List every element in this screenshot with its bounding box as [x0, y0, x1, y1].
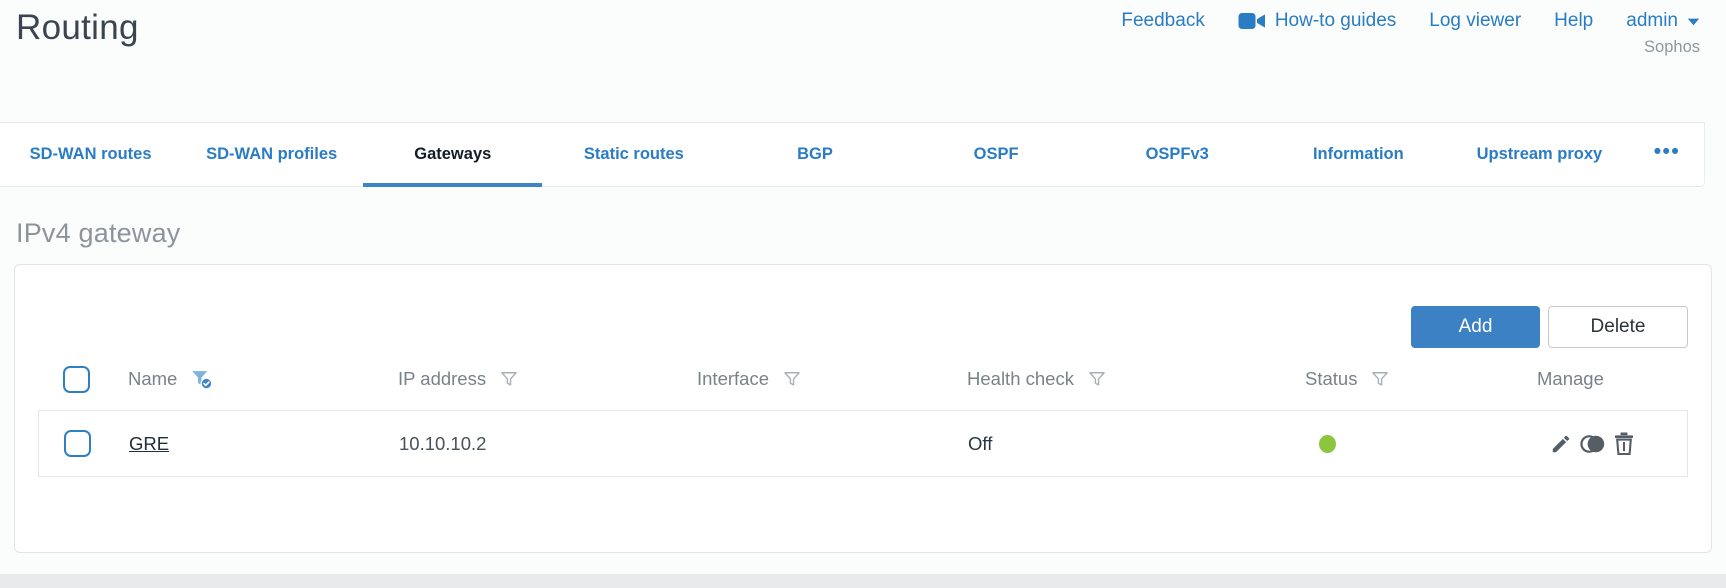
footer-strip	[0, 574, 1726, 588]
tab-ospfv3[interactable]: OSPFv3	[1087, 123, 1268, 186]
brand-label: Sophos	[1644, 38, 1700, 56]
header-right: Feedback How-to guides Log viewer Help a…	[1121, 6, 1700, 57]
table-header: Name IP address Interface Health check S…	[38, 348, 1688, 410]
column-manage-label: Manage	[1537, 368, 1604, 389]
howto-guides-link[interactable]: How-to guides	[1238, 10, 1396, 32]
page-title: Routing	[16, 8, 139, 47]
tab-bgp[interactable]: BGP	[724, 123, 905, 186]
tab-gateways[interactable]: Gateways	[362, 123, 543, 187]
more-tabs-icon[interactable]: •••	[1630, 123, 1704, 186]
tab-ospf[interactable]: OSPF	[906, 123, 1087, 186]
tab-sd-wan-profiles[interactable]: SD-WAN profiles	[181, 123, 362, 186]
health-check-value: Off	[968, 432, 993, 454]
trash-icon[interactable]	[1614, 432, 1634, 455]
video-icon	[1238, 11, 1266, 31]
log-viewer-label: Log viewer	[1429, 10, 1522, 31]
help-label: Help	[1554, 10, 1594, 31]
howto-guides-label: How-to guides	[1274, 10, 1397, 31]
caret-down-icon	[1687, 10, 1700, 32]
feedback-link[interactable]: Feedback	[1121, 10, 1204, 32]
status-dot	[1319, 434, 1336, 453]
column-ip-address-label: IP address	[398, 368, 487, 389]
filter-icon[interactable]	[1087, 369, 1107, 389]
column-name-label: Name	[128, 368, 178, 389]
select-all-checkbox[interactable]	[63, 365, 90, 393]
help-link[interactable]: Help	[1554, 10, 1593, 32]
log-viewer-link[interactable]: Log viewer	[1429, 10, 1521, 32]
main-content: IPv4 gateway Add Delete Name IP address	[0, 218, 1726, 553]
gateway-name-link[interactable]: GRE	[129, 433, 169, 454]
user-menu[interactable]: admin	[1626, 10, 1700, 32]
table-row: GRE 10.10.10.2 Off	[38, 410, 1688, 477]
edit-pencil-icon[interactable]	[1550, 433, 1572, 455]
tab-sd-wan-routes[interactable]: SD-WAN routes	[0, 123, 181, 186]
section-title: IPv4 gateway	[16, 218, 181, 248]
tab-static-routes[interactable]: Static routes	[543, 123, 724, 186]
tab-bar: SD-WAN routes SD-WAN profiles Gateways S…	[0, 122, 1705, 187]
column-health-check-label: Health check	[967, 368, 1074, 389]
gateway-panel: Add Delete Name IP address Interface Hea…	[14, 264, 1712, 553]
header-nav: Feedback How-to guides Log viewer Help a…	[1121, 10, 1700, 32]
tab-information[interactable]: Information	[1268, 123, 1449, 186]
delete-button[interactable]: Delete	[1548, 306, 1688, 348]
feedback-label: Feedback	[1121, 10, 1205, 31]
column-status-label: Status	[1305, 368, 1358, 389]
clone-icon[interactable]	[1580, 433, 1606, 455]
filter-icon[interactable]	[1370, 369, 1390, 389]
filter-active-icon[interactable]	[190, 368, 213, 391]
tab-upstream-proxy[interactable]: Upstream proxy	[1449, 123, 1630, 186]
filter-icon[interactable]	[499, 369, 519, 389]
manage-cell	[1550, 432, 1687, 455]
toolbar: Add Delete	[38, 265, 1688, 348]
add-button[interactable]: Add	[1411, 306, 1540, 348]
filter-icon[interactable]	[782, 369, 802, 389]
app-header: Routing Feedback How-to guides Log viewe…	[0, 0, 1726, 122]
row-checkbox[interactable]	[64, 430, 91, 457]
user-label: admin	[1626, 10, 1678, 31]
ip-address-value: 10.10.10.2	[399, 432, 487, 454]
column-interface-label: Interface	[697, 368, 769, 389]
